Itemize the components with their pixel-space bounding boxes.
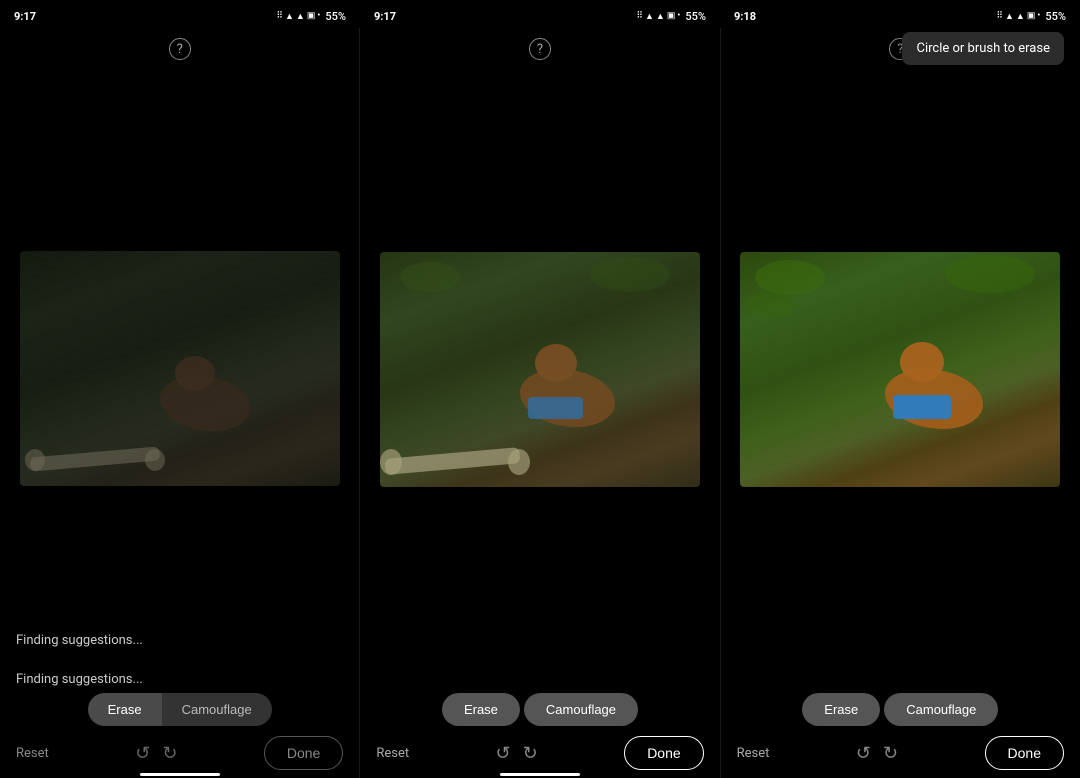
status-icons-1: ⠿▲▲▣• <box>276 11 320 22</box>
pill-group-panel-1: Erase Camouflage <box>88 693 272 726</box>
photo-area-panel-3 <box>721 68 1080 671</box>
camouflage-button-panel-2[interactable]: Camouflage <box>524 693 638 726</box>
nav-indicator-panel-2 <box>500 773 580 776</box>
redo-button-panel-2[interactable]: ↻ <box>523 743 538 764</box>
nav-indicator-panel-1 <box>140 773 220 776</box>
photo-panel-3 <box>740 252 1060 487</box>
time-panel-3: 9:18 <box>734 10 756 23</box>
status-icons-2: ⠿▲▲▣• <box>636 11 680 22</box>
panel-2: ? <box>360 28 719 778</box>
camouflage-button-panel-3[interactable]: Camouflage <box>884 693 998 726</box>
photo-panel-1 <box>20 251 340 486</box>
panel-3: ? Circle or brush to erase <box>721 28 1080 778</box>
time-panel-2: 9:17 <box>374 10 396 23</box>
redo-button-panel-3[interactable]: ↻ <box>883 743 898 764</box>
status-bar-panel-2: 9:17 ⠿▲▲▣• 55% <box>360 0 720 28</box>
undo-button-panel-3[interactable]: ↺ <box>856 743 871 764</box>
help-icon-panel-1[interactable]: ? <box>169 38 191 60</box>
time-panel-1: 9:17 <box>14 10 36 23</box>
done-button-panel-2[interactable]: Done <box>624 736 703 770</box>
finding-text: Finding suggestions... <box>16 672 143 687</box>
undo-button-panel-1[interactable]: ↺ <box>135 743 150 764</box>
status-bar-panel-3: 9:18 ⠿▲▲▣• 55% <box>720 0 1080 28</box>
photo-panel-2 <box>380 252 700 487</box>
pill-group-panel-2: Erase Camouflage <box>442 693 638 726</box>
finding-suggestions-overlay: Finding suggestions... <box>16 629 143 648</box>
reset-label-panel-2[interactable]: Reset <box>376 746 409 761</box>
reset-label-panel-1[interactable]: Reset <box>16 746 49 761</box>
erase-button-panel-1[interactable]: Erase <box>88 693 162 726</box>
redo-button-panel-1[interactable]: ↻ <box>162 743 177 764</box>
panel-1: ? Finding suggestions. <box>0 28 359 778</box>
undo-button-panel-2[interactable]: ↺ <box>496 743 511 764</box>
status-bar-panel-1: 9:17 ⠿▲▲▣• 55% <box>0 0 360 28</box>
done-button-panel-3[interactable]: Done <box>985 736 1064 770</box>
status-icons-3: ⠿▲▲▣• <box>996 11 1040 22</box>
battery-2: 55% <box>685 10 706 23</box>
photo-area-panel-2 <box>360 68 719 671</box>
photo-area-panel-1 <box>0 68 359 668</box>
help-icon-panel-2[interactable]: ? <box>529 38 551 60</box>
battery-3: 55% <box>1045 10 1066 23</box>
battery-1: 55% <box>325 10 346 23</box>
pill-group-panel-3: Erase Camouflage <box>802 693 998 726</box>
erase-button-panel-3[interactable]: Erase <box>802 693 880 726</box>
erase-button-panel-2[interactable]: Erase <box>442 693 520 726</box>
tooltip-panel-3: Circle or brush to erase <box>902 32 1064 65</box>
reset-label-panel-3[interactable]: Reset <box>737 746 770 761</box>
done-button-panel-1[interactable]: Done <box>264 736 343 770</box>
camouflage-button-panel-1[interactable]: Camouflage <box>162 693 272 726</box>
